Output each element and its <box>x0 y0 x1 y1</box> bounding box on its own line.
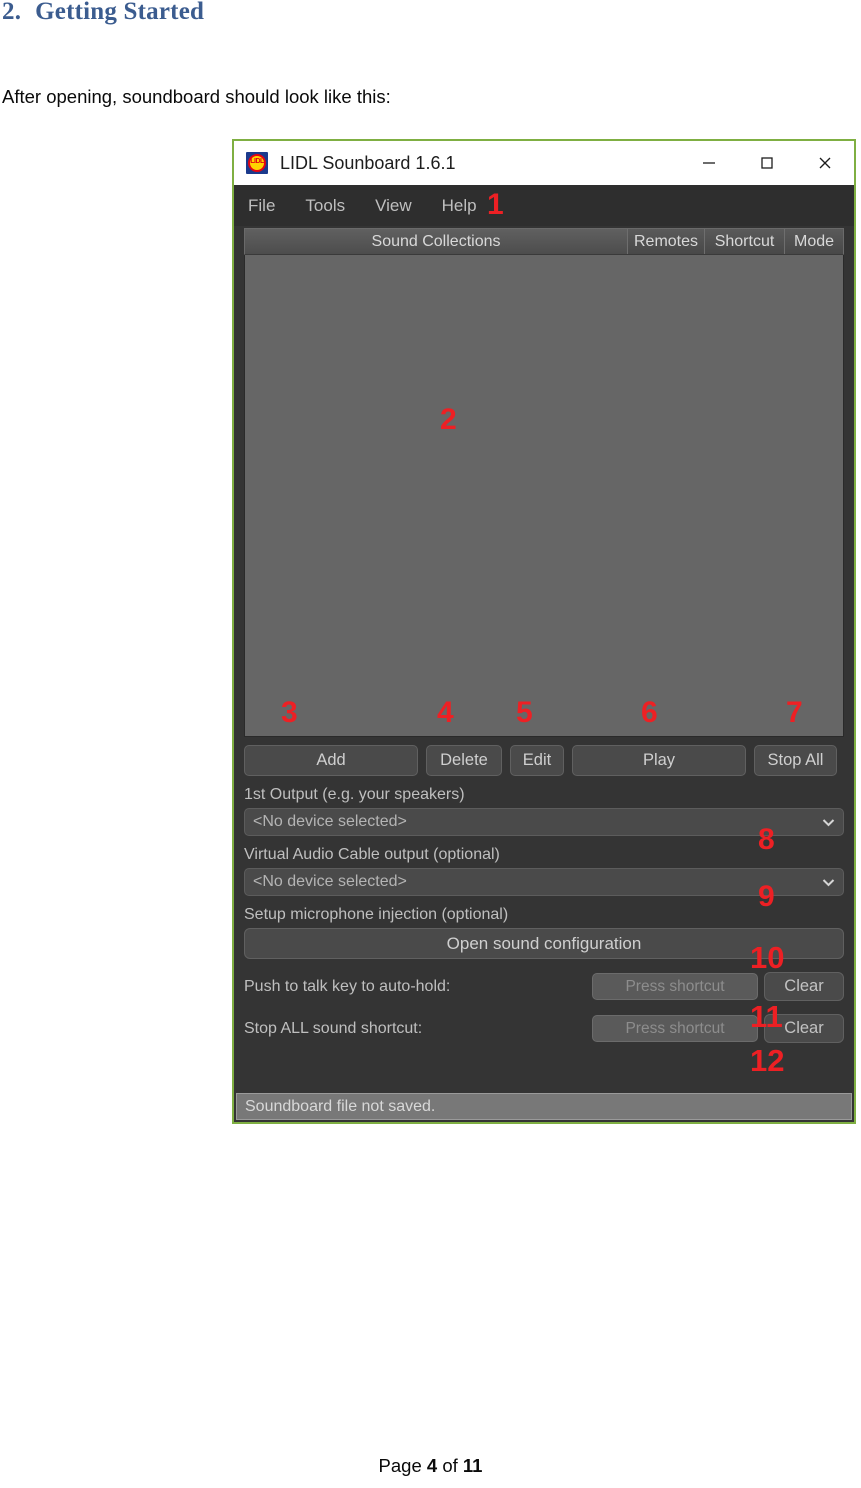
action-button-row: Add Delete Edit Play Stop All <box>244 745 844 776</box>
app-body: Sound Collections Remotes Shortcut Mode … <box>234 228 854 1122</box>
open-sound-configuration-button[interactable]: Open sound configuration <box>244 928 844 959</box>
intro-paragraph: After opening, soundboard should look li… <box>2 86 391 107</box>
push-to-talk-label: Push to talk key to auto-hold: <box>244 977 451 995</box>
footer-page-number: 4 <box>426 1455 438 1476</box>
menu-item-help[interactable]: Help <box>442 196 477 216</box>
minimize-icon <box>703 162 715 164</box>
add-button[interactable]: Add <box>244 745 418 776</box>
list-body-empty[interactable] <box>244 255 844 737</box>
page-title-text: Getting Started <box>35 0 205 25</box>
stop-all-shortcut-input[interactable]: Press shortcut <box>592 1015 758 1042</box>
output1-select[interactable]: <No device selected> <box>244 808 844 836</box>
logo-text: LIDL <box>250 158 264 165</box>
list-header: Sound Collections Remotes Shortcut Mode <box>244 228 844 255</box>
mic-injection-label: Setup microphone injection (optional) <box>244 906 509 923</box>
column-header-mode[interactable]: Mode <box>785 229 843 254</box>
edit-button[interactable]: Edit <box>510 745 564 776</box>
close-button[interactable] <box>796 141 854 185</box>
delete-button[interactable]: Delete <box>426 745 502 776</box>
window-controls <box>680 141 854 185</box>
output1-value: <No device selected> <box>253 813 407 830</box>
statusbar: Soundboard file not saved. <box>236 1093 852 1120</box>
menubar: File Tools View Help <box>234 185 854 226</box>
stop-all-button[interactable]: Stop All <box>754 745 837 776</box>
push-to-talk-row: Push to talk key to auto-hold: Press sho… <box>244 972 844 1001</box>
stop-all-clear-button[interactable]: Clear <box>764 1014 844 1043</box>
output1-label: 1st Output (e.g. your speakers) <box>244 786 465 803</box>
footer-prefix: Page <box>378 1455 422 1476</box>
lidl-logo-icon: LIDL <box>246 152 268 174</box>
menu-item-tools[interactable]: Tools <box>305 196 345 216</box>
page-title-number: 2. <box>2 0 22 25</box>
column-header-remotes[interactable]: Remotes <box>628 229 705 254</box>
sound-collections-list: Sound Collections Remotes Shortcut Mode <box>244 228 844 737</box>
push-to-talk-clear-button[interactable]: Clear <box>764 972 844 1001</box>
stop-all-shortcut-label: Stop ALL sound shortcut: <box>244 1019 423 1037</box>
push-to-talk-shortcut-input[interactable]: Press shortcut <box>592 973 758 1000</box>
window-title: LIDL Sounboard 1.6.1 <box>280 152 456 173</box>
chevron-down-icon <box>822 816 835 829</box>
maximize-button[interactable] <box>738 141 796 185</box>
footer-total-pages: 11 <box>462 1455 483 1476</box>
minimize-button[interactable] <box>680 141 738 185</box>
chevron-down-icon <box>822 876 835 889</box>
menu-item-view[interactable]: View <box>375 196 412 216</box>
titlebar: LIDL LIDL Sounboard 1.6.1 <box>234 141 854 185</box>
page-title: 2. Getting Started <box>2 0 204 26</box>
statusbar-text: Soundboard file not saved. <box>245 1097 436 1115</box>
menu-item-file[interactable]: File <box>248 196 275 216</box>
column-header-shortcut[interactable]: Shortcut <box>705 229 785 254</box>
column-header-sound-collections[interactable]: Sound Collections <box>245 229 628 254</box>
play-button[interactable]: Play <box>572 745 746 776</box>
stop-all-shortcut-row: Stop ALL sound shortcut: Press shortcut … <box>244 1014 844 1043</box>
maximize-icon <box>761 157 773 169</box>
footer-middle: of <box>442 1455 458 1476</box>
output2-value: <No device selected> <box>253 873 407 890</box>
output2-select[interactable]: <No device selected> <box>244 868 844 896</box>
output2-label: Virtual Audio Cable output (optional) <box>244 846 500 863</box>
page-footer: Page 4 of 11 <box>0 1455 861 1477</box>
app-window: LIDL LIDL Sounboard 1.6.1 File Tools Vie… <box>232 139 856 1124</box>
close-icon <box>819 157 831 169</box>
